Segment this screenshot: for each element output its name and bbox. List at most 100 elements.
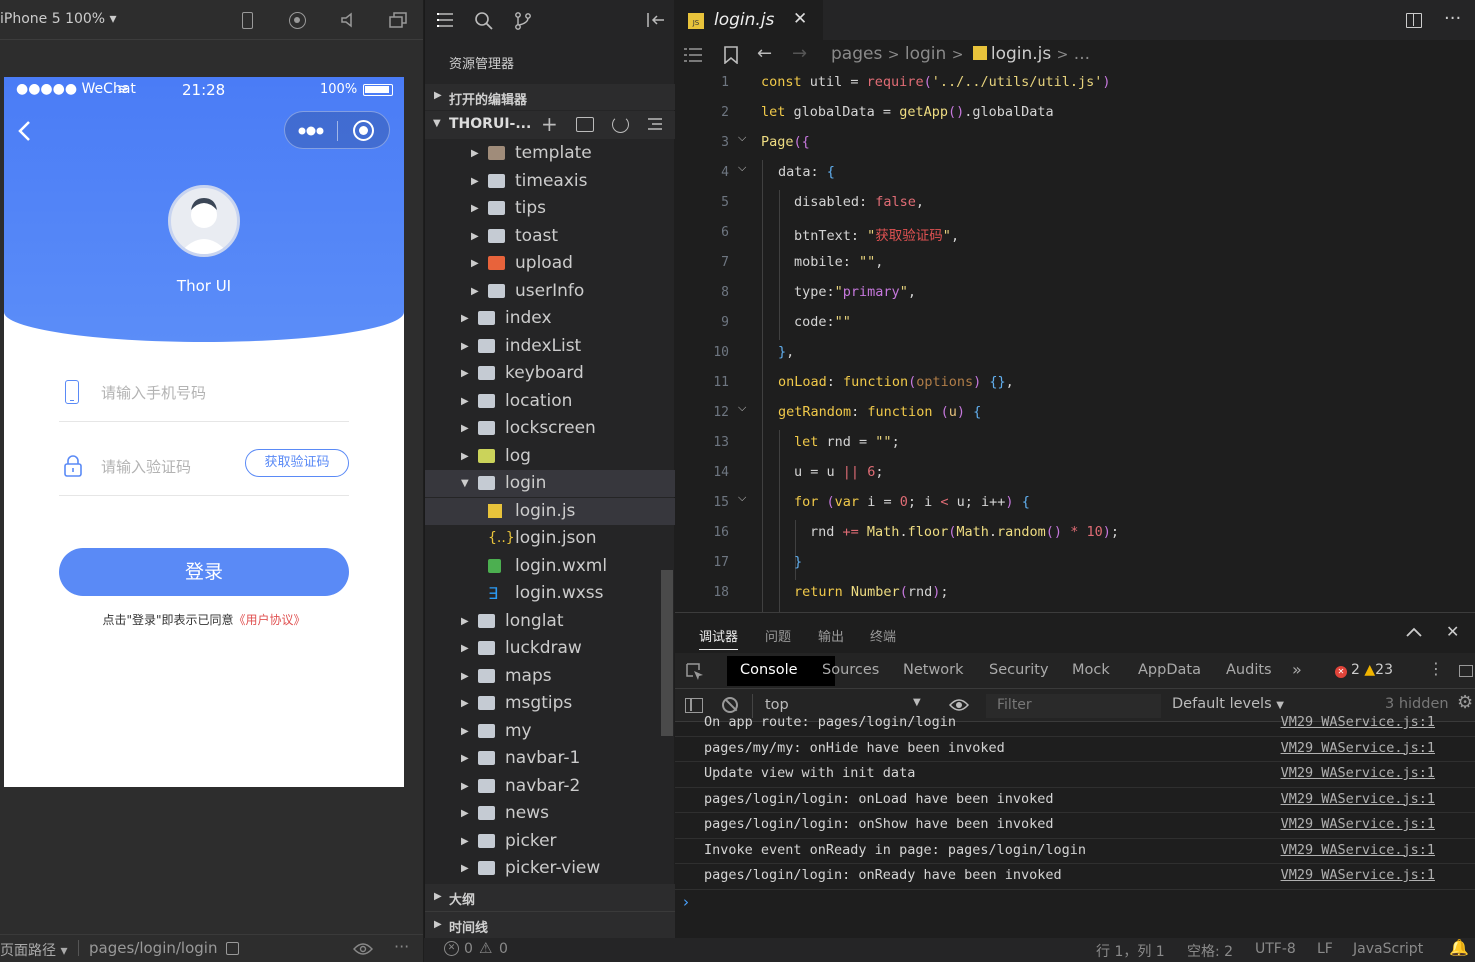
breadcrumb-file[interactable]: login.js (991, 44, 1051, 64)
new-folder-icon[interactable] (576, 117, 594, 132)
split-editor-icon[interactable] (1406, 13, 1422, 28)
menu-icon[interactable] (437, 13, 453, 27)
tree-item[interactable]: login.wxml (425, 553, 675, 580)
chevron-icon[interactable]: ▶ (461, 800, 469, 827)
search-icon[interactable] (475, 12, 493, 30)
eye-icon[interactable] (949, 699, 969, 711)
collapse-all-icon[interactable] (647, 117, 663, 133)
chevron-icon[interactable]: ▶ (471, 195, 479, 222)
devtools-tab-network[interactable]: Network (903, 662, 964, 678)
issue-counts[interactable]: ✕ 2 ▲23 (1335, 662, 1393, 678)
status-errors[interactable]: 0 (464, 941, 473, 957)
fold-icon[interactable]: ⌵ (738, 401, 746, 415)
fold-icon[interactable]: ⌵ (738, 491, 746, 505)
chevron-icon[interactable]: ▶ (461, 415, 469, 442)
agreement-link[interactable]: 《用户协议》 (234, 613, 306, 627)
page-path-label[interactable]: 页面路径 ▾ (0, 940, 67, 960)
tree-item[interactable]: ▶ my (425, 718, 675, 745)
close-tab-icon[interactable]: ✕ (793, 9, 807, 29)
devtools-tab-security[interactable]: Security (989, 662, 1049, 678)
chevron-icon[interactable]: ▶ (461, 360, 469, 387)
tree-item[interactable]: {..} login.json (425, 525, 675, 552)
kebab-menu-icon[interactable]: ⋮ (1428, 659, 1444, 678)
error-icon[interactable]: ✕ (444, 941, 459, 956)
outline-list-icon[interactable] (684, 48, 702, 62)
timeline-section[interactable]: ▶ 时间线 (425, 911, 675, 938)
console-source-link[interactable]: VM29 WAService.js:1 (1281, 842, 1435, 858)
bookmark-icon[interactable] (724, 46, 738, 64)
tab-login-js[interactable]: JS login.js ✕ (675, 0, 823, 40)
breadcrumb-more[interactable]: ... (1074, 44, 1090, 64)
login-button[interactable]: 登录 (59, 548, 349, 596)
device-select[interactable]: iPhone 5 100% ▾ (0, 11, 117, 27)
breadcrumb-pages[interactable]: pages (831, 44, 882, 64)
chevron-icon[interactable]: ▶ (471, 168, 479, 195)
more-tabs-icon[interactable]: » (1292, 660, 1302, 679)
more-icon[interactable]: ··· (394, 937, 409, 956)
chevron-icon[interactable]: ▶ (461, 608, 469, 635)
tree-item[interactable]: ▶ maps (425, 663, 675, 690)
close-mini-icon[interactable] (353, 120, 374, 141)
console-source-link[interactable]: VM29 WAService.js:1 (1281, 765, 1435, 781)
devtools-tab-mock[interactable]: Mock (1072, 662, 1110, 678)
chevron-icon[interactable]: ▶ (471, 140, 479, 167)
tree-item[interactable]: ▶ luckdraw (425, 635, 675, 662)
forward-icon[interactable]: → (792, 43, 807, 64)
tree-item[interactable]: ▶ userInfo (425, 278, 675, 305)
chevron-icon[interactable]: ▶ (461, 855, 469, 882)
code-area[interactable]: 1 2 3 4 5 6 7 8 9 10 11 12 13 14 15 16 17 18 ⌵ ⌵ ⌵ ⌵ cons… (675, 70, 1475, 612)
new-file-icon[interactable]: + (541, 112, 558, 136)
dock-icon[interactable] (1459, 665, 1473, 677)
language-mode[interactable]: JavaScript (1353, 941, 1423, 957)
devtools-tab-console[interactable]: Console (740, 662, 798, 678)
tree-item[interactable]: ▶ location (425, 388, 675, 415)
refresh-icon[interactable] (612, 116, 629, 133)
breadcrumb-login[interactable]: login (905, 44, 946, 64)
chevron-icon[interactable]: ▶ (471, 250, 479, 277)
maximize-panel-icon[interactable] (1406, 627, 1422, 637)
settings-gear-icon[interactable]: ⚙ (1457, 692, 1473, 713)
project-section[interactable]: ▼ THORUI-... + (425, 111, 675, 139)
collapse-panel-icon[interactable] (647, 13, 665, 27)
tree-item[interactable]: ▶ template (425, 140, 675, 167)
chevron-icon[interactable]: ▶ (471, 278, 479, 305)
back-icon[interactable]: ← (757, 43, 772, 64)
tree-item[interactable]: ▶ longlat (425, 608, 675, 635)
devtools-tab-sources[interactable]: Sources (822, 662, 879, 678)
more-actions-icon[interactable]: ··· (1444, 8, 1461, 29)
tree-item[interactable]: ▶ picker (425, 828, 675, 855)
chevron-icon[interactable]: ▶ (461, 745, 469, 772)
log-levels-select[interactable]: Default levels ▼ (1172, 696, 1284, 712)
tree-item[interactable]: ▶ news (425, 800, 675, 827)
outline-section[interactable]: ▶ 大纲 (425, 884, 675, 911)
console-source-link[interactable]: VM29 WAService.js:1 (1281, 816, 1435, 832)
chevron-icon[interactable]: ▶ (461, 388, 469, 415)
chevron-icon[interactable]: ▶ (471, 223, 479, 250)
fold-icon[interactable]: ⌵ (738, 161, 746, 175)
cursor-position[interactable]: 行 1，列 1 (1096, 941, 1165, 961)
window-icon[interactable] (389, 12, 407, 28)
tree-item[interactable]: ∃ login.wxss (425, 580, 675, 607)
chevron-icon[interactable]: ▼ (461, 470, 469, 497)
chevron-icon[interactable]: ▶ (461, 690, 469, 717)
volume-icon[interactable] (340, 12, 356, 28)
chevron-icon[interactable]: ▶ (461, 828, 469, 855)
encoding[interactable]: UTF-8 (1255, 941, 1296, 957)
eye-icon[interactable] (353, 943, 373, 955)
tree-item[interactable]: ▶ upload (425, 250, 675, 277)
tree-item[interactable]: ▶ msgtips (425, 690, 675, 717)
tree-item[interactable]: ▶ timeaxis (425, 168, 675, 195)
warning-icon[interactable]: ⚠ (479, 939, 492, 957)
chevron-icon[interactable]: ▶ (461, 443, 469, 470)
open-editors-section[interactable]: ▶ 打开的编辑器 (425, 84, 675, 110)
tab-debugger[interactable]: 调试器 (699, 626, 739, 650)
chevron-icon[interactable]: ▶ (461, 718, 469, 745)
bell-icon[interactable]: 🔔 (1449, 938, 1469, 957)
code-field[interactable]: 请输入验证码 获取验证码 (59, 436, 349, 496)
inspect-icon[interactable] (686, 663, 704, 681)
tree-item[interactable]: ▶ lockscreen (425, 415, 675, 442)
devtools-tab-appdata[interactable]: AppData (1138, 662, 1201, 678)
close-panel-icon[interactable]: ✕ (1446, 622, 1459, 641)
indentation[interactable]: 空格: 2 (1187, 941, 1233, 961)
console-source-link[interactable]: VM29 WAService.js:1 (1281, 867, 1435, 883)
